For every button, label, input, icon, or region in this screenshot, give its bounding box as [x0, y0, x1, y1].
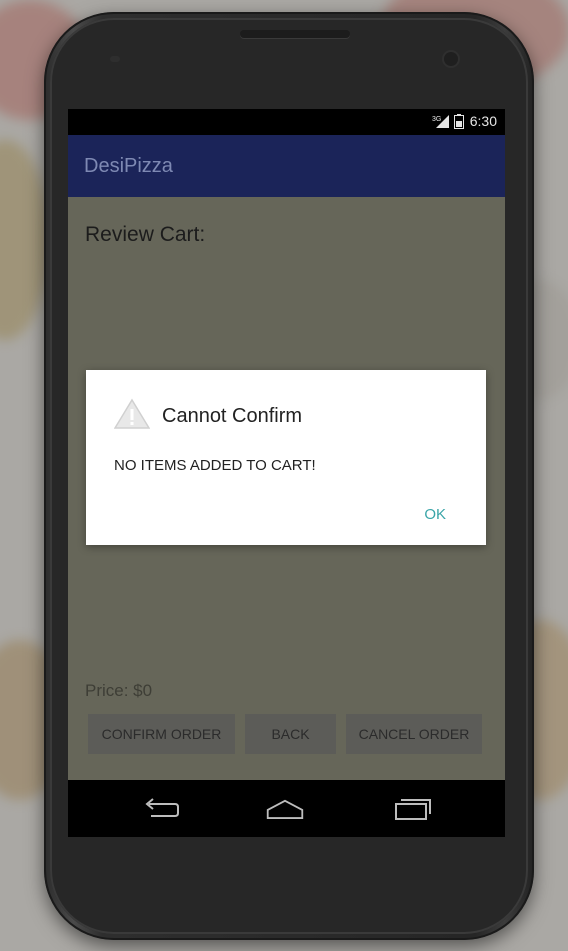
status-time: 6:30	[469, 113, 497, 129]
home-icon[interactable]	[265, 794, 305, 824]
proximity-sensor	[110, 56, 120, 62]
signal-icon: 3G	[432, 114, 449, 128]
svg-text:3G: 3G	[432, 116, 441, 123]
price-label: Price: $0	[85, 681, 153, 700]
page-title: Review Cart:	[85, 223, 206, 246]
dialog-message: NO ITEMS ADDED TO CART!	[114, 457, 316, 474]
speaker-grille	[240, 30, 350, 38]
alert-dialog: Cannot Confirm NO ITEMS ADDED TO CART! O…	[86, 370, 486, 545]
back-icon[interactable]	[140, 794, 180, 824]
front-camera	[444, 52, 458, 66]
battery-icon	[453, 113, 464, 129]
app-title: DesiPizza	[84, 155, 173, 177]
cancel-order-button[interactable]: CANCEL ORDER	[346, 714, 482, 754]
recents-icon[interactable]	[393, 794, 433, 824]
back-button[interactable]: BACK	[245, 714, 336, 754]
confirm-order-button[interactable]: CONFIRM ORDER	[88, 714, 235, 754]
app-bar: DesiPizza	[68, 135, 505, 197]
status-bar: 3G 6:30	[68, 109, 505, 135]
warning-icon	[113, 398, 151, 435]
dialog-title: Cannot Confirm	[162, 405, 303, 427]
navigation-bar	[68, 780, 505, 837]
ok-button[interactable]: OK	[424, 506, 446, 523]
